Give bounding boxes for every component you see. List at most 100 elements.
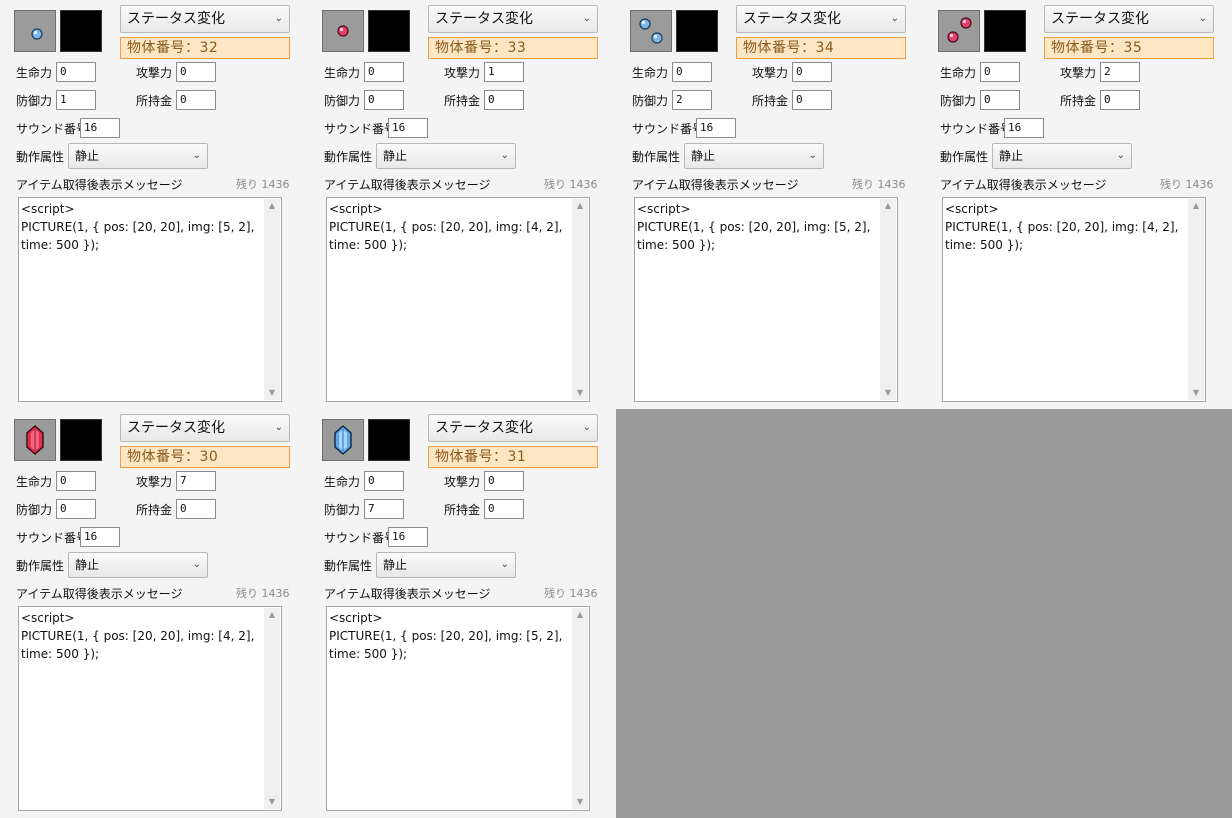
item-type-select[interactable]: ステータス変化 ⌄ — [428, 5, 598, 33]
item-image-slot[interactable] — [938, 10, 980, 52]
motion-label: 動作属性 — [324, 559, 373, 573]
life-label: 生命力 — [16, 66, 53, 80]
item-picture-preview[interactable] — [676, 10, 718, 52]
life-input[interactable]: 0 — [56, 471, 96, 491]
motion-select[interactable]: 静止 ⌄ — [68, 143, 208, 169]
message-textarea[interactable]: <script> PICTURE(1, { pos: [20, 20], img… — [18, 606, 282, 811]
defense-input[interactable]: 2 — [672, 90, 712, 110]
object-number: 物体番号：32 — [120, 37, 290, 59]
item-type-select[interactable]: ステータス変化 ⌄ — [736, 5, 906, 33]
attack-input[interactable]: 1 — [484, 62, 524, 82]
attack-input[interactable]: 0 — [792, 62, 832, 82]
scroll-up-icon[interactable]: ▲ — [264, 199, 280, 213]
sound-input[interactable]: 16 — [80, 527, 120, 547]
sound-input[interactable]: 16 — [388, 527, 428, 547]
money-input[interactable]: 0 — [484, 499, 524, 519]
object-number: 物体番号：35 — [1044, 37, 1214, 59]
object-number: 物体番号：30 — [120, 446, 290, 468]
sound-input[interactable]: 16 — [696, 118, 736, 138]
remaining-count: 残り 1436 — [544, 587, 598, 600]
life-input[interactable]: 0 — [672, 62, 712, 82]
motion-select[interactable]: 静止 ⌄ — [992, 143, 1132, 169]
defense-input[interactable]: 1 — [56, 90, 96, 110]
attack-input[interactable]: 2 — [1100, 62, 1140, 82]
defense-input[interactable]: 0 — [980, 90, 1020, 110]
item-picture-preview[interactable] — [368, 419, 410, 461]
motion-select[interactable]: 静止 ⌄ — [376, 143, 516, 169]
motion-select[interactable]: 静止 ⌄ — [68, 552, 208, 578]
message-scrollbar[interactable]: ▲ ▼ — [572, 608, 588, 809]
remaining-count: 残り 1436 — [1160, 178, 1214, 191]
motion-select[interactable]: 静止 ⌄ — [376, 552, 516, 578]
scroll-down-icon[interactable]: ▼ — [264, 795, 280, 809]
attack-input[interactable]: 7 — [176, 471, 216, 491]
item-type-select[interactable]: ステータス変化 ⌄ — [1044, 5, 1214, 33]
money-input[interactable]: 0 — [1100, 90, 1140, 110]
item-image-slot[interactable] — [322, 419, 364, 461]
life-input[interactable]: 0 — [364, 62, 404, 82]
scroll-up-icon[interactable]: ▲ — [572, 199, 588, 213]
money-label: 所持金 — [136, 94, 173, 108]
message-scrollbar[interactable]: ▲ ▼ — [264, 199, 280, 400]
message-textarea[interactable]: <script> PICTURE(1, { pos: [20, 20], img… — [326, 606, 590, 811]
attack-label: 攻撃力 — [136, 66, 173, 80]
scroll-down-icon[interactable]: ▼ — [880, 386, 896, 400]
message-textarea[interactable]: <script> PICTURE(1, { pos: [20, 20], img… — [18, 197, 282, 402]
item-picture-preview[interactable] — [60, 419, 102, 461]
scroll-down-icon[interactable]: ▼ — [572, 386, 588, 400]
money-label: 所持金 — [1060, 94, 1097, 108]
message-textarea[interactable]: <script> PICTURE(1, { pos: [20, 20], img… — [942, 197, 1206, 402]
motion-select[interactable]: 静止 ⌄ — [684, 143, 824, 169]
chevron-down-icon: ⌄ — [192, 559, 201, 570]
money-input[interactable]: 0 — [176, 90, 216, 110]
sound-input[interactable]: 16 — [1004, 118, 1044, 138]
life-input[interactable]: 0 — [364, 471, 404, 491]
motion-label: 動作属性 — [16, 559, 65, 573]
item-image-slot[interactable] — [630, 10, 672, 52]
item-type-value: ステータス変化 — [743, 11, 841, 27]
defense-input[interactable]: 0 — [364, 90, 404, 110]
defense-input[interactable]: 7 — [364, 499, 404, 519]
defense-label: 防御力 — [940, 94, 977, 108]
item-type-select[interactable]: ステータス変化 ⌄ — [428, 414, 598, 442]
message-text: <script> PICTURE(1, { pos: [20, 20], img… — [329, 202, 563, 252]
scroll-up-icon[interactable]: ▲ — [264, 608, 280, 622]
sound-input[interactable]: 16 — [388, 118, 428, 138]
scroll-up-icon[interactable]: ▲ — [880, 199, 896, 213]
life-input[interactable]: 0 — [56, 62, 96, 82]
scroll-down-icon[interactable]: ▼ — [572, 795, 588, 809]
money-input[interactable]: 0 — [792, 90, 832, 110]
motion-label: 動作属性 — [16, 150, 65, 164]
scroll-down-icon[interactable]: ▼ — [1188, 386, 1204, 400]
defense-input[interactable]: 0 — [56, 499, 96, 519]
attack-input[interactable]: 0 — [484, 471, 524, 491]
sound-label: サウンド番号 — [324, 531, 397, 545]
chevron-down-icon: ⌄ — [192, 150, 201, 161]
message-scrollbar[interactable]: ▲ ▼ — [572, 199, 588, 400]
sound-input[interactable]: 16 — [80, 118, 120, 138]
attack-input[interactable]: 0 — [176, 62, 216, 82]
message-text: <script> PICTURE(1, { pos: [20, 20], img… — [21, 611, 255, 661]
object-number: 物体番号：33 — [428, 37, 598, 59]
life-input[interactable]: 0 — [980, 62, 1020, 82]
defense-label: 防御力 — [324, 503, 361, 517]
message-textarea[interactable]: <script> PICTURE(1, { pos: [20, 20], img… — [634, 197, 898, 402]
item-type-select[interactable]: ステータス変化 ⌄ — [120, 5, 290, 33]
item-picture-preview[interactable] — [60, 10, 102, 52]
message-scrollbar[interactable]: ▲ ▼ — [1188, 199, 1204, 400]
scroll-up-icon[interactable]: ▲ — [1188, 199, 1204, 213]
money-input[interactable]: 0 — [484, 90, 524, 110]
message-textarea[interactable]: <script> PICTURE(1, { pos: [20, 20], img… — [326, 197, 590, 402]
item-picture-preview[interactable] — [368, 10, 410, 52]
scroll-up-icon[interactable]: ▲ — [572, 608, 588, 622]
item-picture-preview[interactable] — [984, 10, 1026, 52]
item-image-slot[interactable] — [322, 10, 364, 52]
message-scrollbar[interactable]: ▲ ▼ — [264, 608, 280, 809]
item-type-select[interactable]: ステータス変化 ⌄ — [120, 414, 290, 442]
item-image-slot[interactable] — [14, 419, 56, 461]
scroll-down-icon[interactable]: ▼ — [264, 386, 280, 400]
item-image-slot[interactable] — [14, 10, 56, 52]
motion-value: 静止 — [383, 558, 408, 572]
message-scrollbar[interactable]: ▲ ▼ — [880, 199, 896, 400]
money-input[interactable]: 0 — [176, 499, 216, 519]
